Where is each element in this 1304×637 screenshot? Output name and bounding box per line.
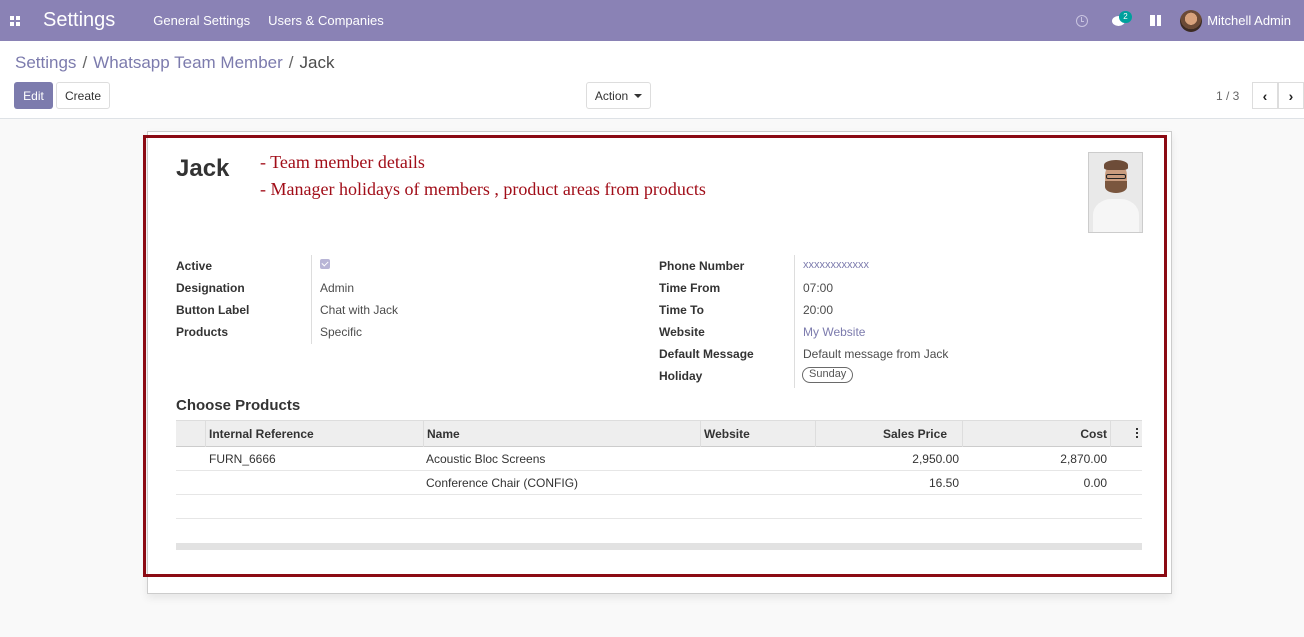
products-table: Internal Reference Name Website Sales Pr…: [176, 420, 1142, 519]
label-active: Active: [176, 259, 213, 273]
table-header: Internal Reference Name Website Sales Pr…: [176, 420, 1142, 447]
column-name[interactable]: Name: [423, 421, 700, 447]
apps-menu-button[interactable]: [0, 0, 30, 41]
pager-next-button[interactable]: ›: [1278, 82, 1304, 109]
breadcrumb: Settings / Whatsapp Team Member / Jack: [15, 53, 334, 73]
cell-internal-reference: [206, 471, 212, 495]
pager-previous-button[interactable]: ‹: [1252, 82, 1278, 109]
divider: [794, 255, 795, 388]
designation-value: Admin: [320, 281, 355, 295]
time-from-value: 07:00: [803, 281, 834, 295]
edit-button[interactable]: Edit: [14, 82, 53, 109]
annotation-line-2: - Manager holidays of members , product …: [260, 179, 706, 199]
chevron-right-icon: ›: [1288, 87, 1294, 104]
label-phone-number: Phone Number: [659, 259, 745, 273]
column-options-icon: [1136, 428, 1138, 440]
active-checkbox[interactable]: [320, 259, 330, 269]
avatar: [1180, 9, 1203, 32]
column-website[interactable]: Website: [700, 421, 815, 447]
cell-website: [700, 447, 706, 471]
annotation-line-1: - Team member details: [260, 152, 425, 172]
label-button-label: Button Label: [176, 303, 250, 317]
column-options[interactable]: [1110, 421, 1142, 447]
member-photo[interactable]: [1088, 152, 1143, 233]
cell-name: Conference Chair (CONFIG): [426, 476, 579, 490]
label-default-message: Default Message: [659, 347, 754, 361]
button-label-value: Chat with Jack: [320, 303, 399, 317]
cell-cost: 0.00: [1083, 476, 1107, 490]
cell-sales-price: 2,950.00: [912, 452, 959, 466]
table-row[interactable]: Conference Chair (CONFIG) 16.50 0.00: [176, 471, 1142, 495]
label-holiday: Holiday: [659, 369, 703, 383]
gift-icon: [1150, 15, 1162, 26]
column-internal-reference[interactable]: Internal Reference: [205, 421, 423, 447]
menu-general-settings[interactable]: General Settings: [153, 13, 250, 28]
create-button[interactable]: Create: [56, 82, 110, 109]
label-website: Website: [659, 325, 705, 339]
label-time-from: Time From: [659, 281, 721, 295]
table-row[interactable]: FURN_6666 Acoustic Bloc Screens 2,950.00…: [176, 447, 1142, 471]
cell-website: [700, 471, 706, 495]
products-value: Specific: [320, 325, 363, 339]
default-message-value: Default message from Jack: [803, 347, 949, 361]
user-menu[interactable]: Mitchell Admin: [1180, 9, 1291, 32]
chevron-left-icon: ‹: [1262, 87, 1268, 104]
control-panel: Settings / Whatsapp Team Member / Jack Edit …: [0, 41, 1304, 119]
column-sales-price[interactable]: Sales Price: [815, 421, 962, 447]
breadcrumb-whatsapp-team-member[interactable]: Whatsapp Team Member: [93, 53, 283, 72]
user-name: Mitchell Admin: [1207, 13, 1291, 28]
cell-sales-price: 16.50: [928, 476, 959, 490]
app-title[interactable]: Settings: [43, 9, 115, 32]
gift-button[interactable]: [1137, 0, 1174, 41]
label-designation: Designation: [176, 281, 245, 295]
column-cost[interactable]: Cost: [962, 421, 1110, 447]
activity-button[interactable]: [1063, 0, 1100, 41]
record-name[interactable]: Jack: [176, 155, 229, 183]
action-label: Action: [594, 88, 629, 103]
cell-cost: 2,870.00: [1060, 452, 1107, 466]
phone-number-value[interactable]: xxxxxxxxxxxx: [803, 259, 869, 271]
website-link[interactable]: My Website: [803, 325, 865, 339]
action-dropdown[interactable]: Action: [586, 82, 651, 109]
label-time-to: Time To: [659, 303, 704, 317]
chat-count-badge: 2: [1119, 11, 1132, 23]
clock-icon: [1075, 14, 1088, 27]
caret-down-icon: [634, 93, 643, 98]
cell-internal-reference: FURN_6666: [209, 452, 276, 466]
divider: [311, 255, 312, 344]
table-footer: [176, 543, 1142, 550]
breadcrumb-separator: /: [82, 53, 88, 72]
table-row-empty: [176, 495, 1142, 519]
pager-value[interactable]: 1 / 3: [1216, 89, 1239, 103]
breadcrumb-current: Jack: [299, 53, 335, 72]
cell-name: Acoustic Bloc Screens: [426, 452, 546, 466]
holiday-tag[interactable]: Sunday: [802, 367, 854, 383]
top-navbar: Settings General Settings Users & Compan…: [0, 0, 1304, 41]
breadcrumb-separator: /: [288, 53, 294, 72]
messaging-button[interactable]: 2: [1100, 0, 1137, 41]
time-to-value: 20:00: [803, 303, 834, 317]
section-title-choose-products: Choose Products: [176, 397, 301, 414]
label-products: Products: [176, 325, 229, 339]
menu-users-companies[interactable]: Users & Companies: [268, 13, 384, 28]
breadcrumb-settings[interactable]: Settings: [15, 53, 76, 72]
apps-icon: [10, 15, 20, 26]
